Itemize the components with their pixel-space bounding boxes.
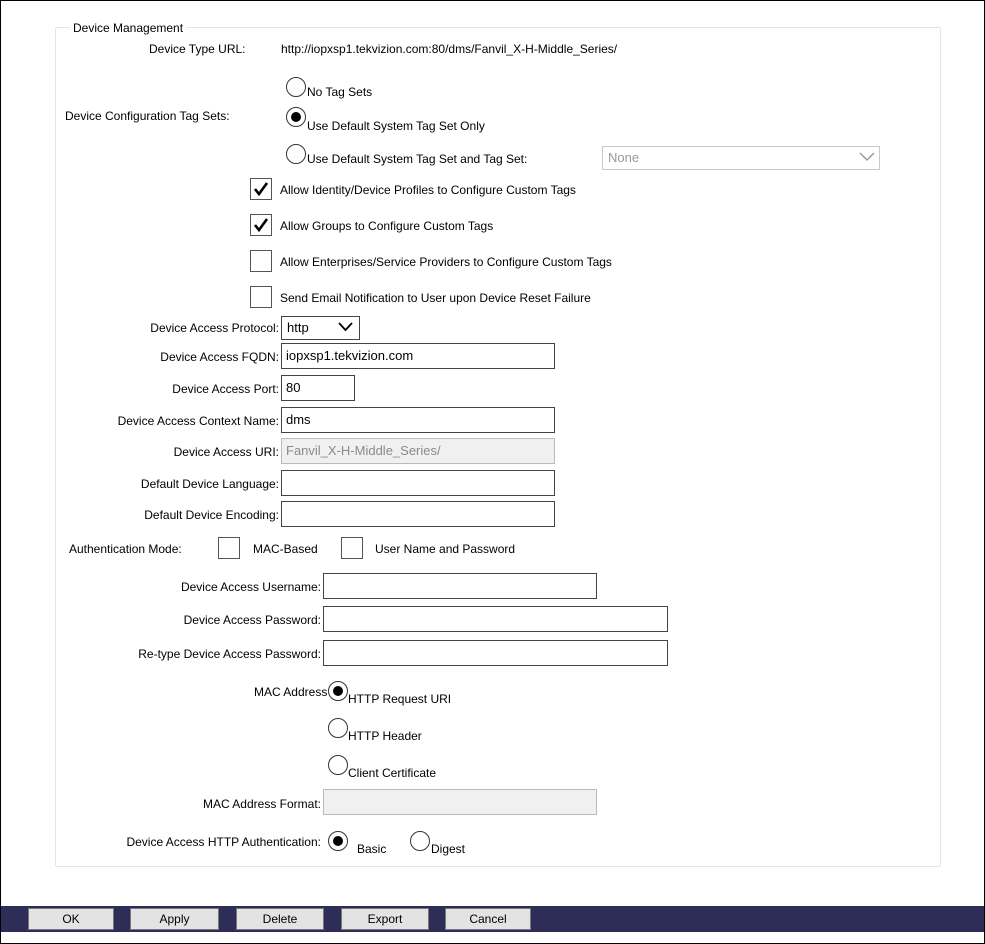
radio-http-request-uri[interactable] xyxy=(328,681,348,701)
radio-client-certificate[interactable] xyxy=(328,755,348,775)
auth-mode-label: Authentication Mode: xyxy=(69,542,182,556)
username-input[interactable] xyxy=(323,573,597,599)
protocol-select-value: http xyxy=(287,320,309,335)
protocol-select[interactable]: http xyxy=(281,316,360,340)
retype-password-input[interactable] xyxy=(323,640,668,666)
radio-http-request-uri-label: HTTP Request URI xyxy=(348,692,452,706)
radio-http-header-label: HTTP Header xyxy=(348,729,422,743)
device-type-url-value: http://iopxsp1.tekvizion.com:80/dms/Fanv… xyxy=(281,42,618,56)
radio-client-certificate-label: Client Certificate xyxy=(348,766,437,780)
context-name-label: Device Access Context Name: xyxy=(117,414,279,428)
fqdn-label: Device Access FQDN: xyxy=(160,350,279,364)
radio-digest-label: Digest xyxy=(431,842,466,856)
checkbox-groups-label: Allow Groups to Configure Custom Tags xyxy=(280,219,494,233)
port-label: Device Access Port: xyxy=(172,382,279,396)
checkbox-mac-based-label: MAC-Based xyxy=(253,542,318,556)
retype-password-label: Re-type Device Access Password: xyxy=(138,647,321,661)
section-title: Device Management xyxy=(70,21,187,35)
checkmark-icon xyxy=(253,182,269,197)
checkbox-enterprises-custom-tags[interactable] xyxy=(250,250,272,272)
language-label: Default Device Language: xyxy=(140,477,279,491)
checkbox-groups-custom-tags[interactable] xyxy=(250,214,272,236)
radio-default-tag-set-only-label: Use Default System Tag Set Only xyxy=(307,119,485,133)
radio-no-tag-sets[interactable] xyxy=(286,77,306,97)
radio-digest[interactable] xyxy=(410,831,430,851)
cancel-button[interactable]: Cancel xyxy=(445,908,531,930)
checkbox-user-password[interactable] xyxy=(341,537,363,559)
mac-format-input xyxy=(323,789,597,815)
fqdn-input[interactable]: iopxsp1.tekvizion.com xyxy=(281,343,555,369)
export-button[interactable]: Export xyxy=(341,908,429,930)
checkbox-enterprises-label: Allow Enterprises/Service Providers to C… xyxy=(280,255,612,269)
password-label: Device Access Password: xyxy=(183,613,321,627)
device-type-url-label: Device Type URL: xyxy=(149,42,246,56)
checkbox-identity-profiles-custom-tags[interactable] xyxy=(250,178,272,200)
radio-no-tag-sets-label: No Tag Sets xyxy=(307,85,373,99)
ok-button[interactable]: OK xyxy=(28,908,114,930)
tag-set-select-value: None xyxy=(608,150,640,165)
radio-default-and-tag-set[interactable] xyxy=(286,144,306,164)
radio-basic-label: Basic xyxy=(357,842,387,856)
chevron-down-icon xyxy=(338,322,353,332)
context-name-input[interactable]: dms xyxy=(281,407,555,433)
radio-default-tag-set-only[interactable] xyxy=(286,107,306,127)
delete-button[interactable]: Delete xyxy=(236,908,324,930)
language-input[interactable] xyxy=(281,470,555,496)
uri-input: Fanvil_X-H-Middle_Series/ xyxy=(281,438,555,464)
checkbox-user-password-label: User Name and Password xyxy=(375,542,516,556)
apply-button[interactable]: Apply xyxy=(130,908,219,930)
radio-http-header[interactable] xyxy=(328,718,348,738)
uri-label: Device Access URI: xyxy=(173,445,279,459)
http-auth-label: Device Access HTTP Authentication: xyxy=(126,835,321,849)
username-label: Device Access Username: xyxy=(180,580,321,594)
encoding-input[interactable] xyxy=(281,501,555,527)
radio-basic[interactable] xyxy=(328,831,348,851)
checkmark-icon xyxy=(253,218,269,233)
tag-sets-label: Device Configuration Tag Sets: xyxy=(65,109,230,123)
checkbox-identity-profiles-label: Allow Identity/Device Profiles to Config… xyxy=(280,183,576,197)
mac-format-label: MAC Address Format: xyxy=(202,797,321,811)
chevron-down-icon xyxy=(859,152,875,162)
tag-set-select[interactable]: None xyxy=(602,146,880,170)
checkbox-mac-based[interactable] xyxy=(218,537,240,559)
port-input[interactable]: 80 xyxy=(281,375,355,401)
checkbox-email-notification-label: Send Email Notification to User upon Dev… xyxy=(280,291,591,305)
password-input[interactable] xyxy=(323,606,668,632)
radio-default-and-tag-set-label: Use Default System Tag Set and Tag Set: xyxy=(307,152,528,166)
checkbox-email-notification[interactable] xyxy=(250,286,272,308)
protocol-label: Device Access Protocol: xyxy=(150,321,279,335)
encoding-label: Default Device Encoding: xyxy=(144,508,279,522)
